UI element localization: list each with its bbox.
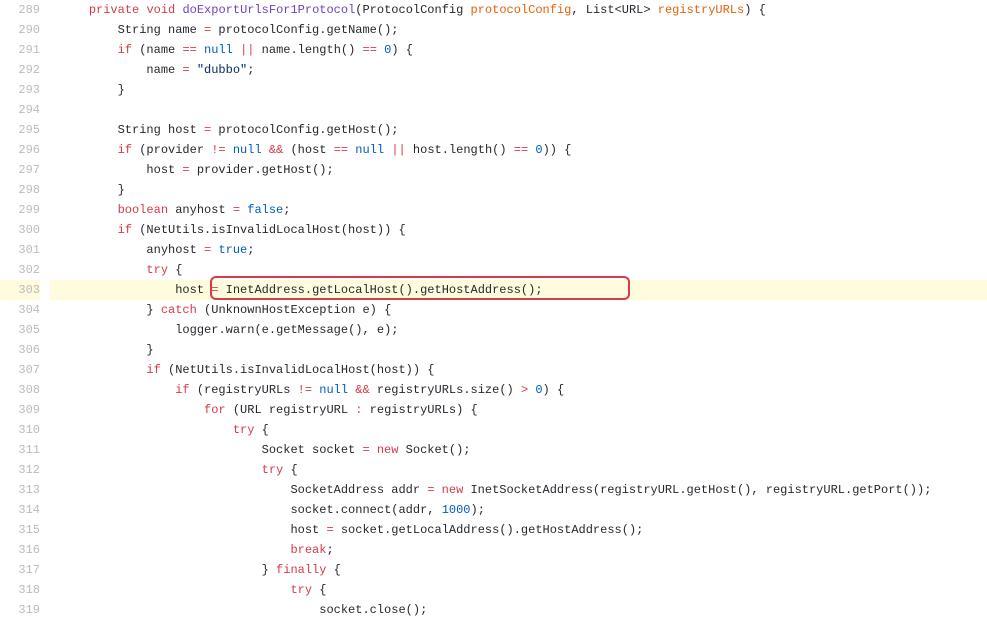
code-text: private void doExportUrlsFor1Protocol(Pr… [50, 3, 766, 17]
line-number[interactable]: 309 [0, 400, 40, 420]
code-text: if (NetUtils.isInvalidLocalHost(host)) { [50, 223, 406, 237]
line-number[interactable]: 297 [0, 160, 40, 180]
code-line[interactable]: anyhost = true; [50, 240, 987, 260]
code-line[interactable]: private void doExportUrlsFor1Protocol(Pr… [50, 0, 987, 20]
code-text: host = InetAddress.getLocalHost().getHos… [50, 283, 543, 297]
line-number[interactable]: 299 [0, 200, 40, 220]
line-number[interactable]: 319 [0, 600, 40, 620]
code-line[interactable]: host = provider.getHost(); [50, 160, 987, 180]
line-number[interactable]: 315 [0, 520, 40, 540]
code-line[interactable]: try { [50, 260, 987, 280]
line-number[interactable]: 295 [0, 120, 40, 140]
line-number[interactable]: 313 [0, 480, 40, 500]
line-number[interactable]: 293 [0, 80, 40, 100]
line-number[interactable]: 298 [0, 180, 40, 200]
code-text: if (NetUtils.isInvalidLocalHost(host)) { [50, 363, 434, 377]
code-text: SocketAddress addr = new InetSocketAddre… [50, 483, 931, 497]
code-text: try { [50, 423, 269, 437]
code-text: host = provider.getHost(); [50, 163, 334, 177]
code-text: String host = protocolConfig.getHost(); [50, 123, 399, 137]
code-text: } [50, 343, 154, 357]
code-text: if (provider != null && (host == null ||… [50, 143, 571, 157]
code-text: } catch (UnknownHostException e) { [50, 303, 391, 317]
code-text: if (registryURLs != null && registryURLs… [50, 383, 564, 397]
code-line[interactable]: name = "dubbo"; [50, 60, 987, 80]
line-number[interactable]: 316 [0, 540, 40, 560]
line-number[interactable]: 304 [0, 300, 40, 320]
code-viewer: 2892902912922932942952962972982993003013… [0, 0, 987, 620]
code-line[interactable]: } [50, 180, 987, 200]
code-text: if (name == null || name.length() == 0) … [50, 43, 413, 57]
code-text: boolean anyhost = false; [50, 203, 290, 217]
code-line[interactable]: try { [50, 420, 987, 440]
line-number[interactable]: 310 [0, 420, 40, 440]
code-text: } [50, 83, 125, 97]
line-number[interactable]: 301 [0, 240, 40, 260]
code-line[interactable]: } [50, 80, 987, 100]
line-number[interactable]: 308 [0, 380, 40, 400]
line-number[interactable]: 305 [0, 320, 40, 340]
line-number[interactable]: 300 [0, 220, 40, 240]
code-line[interactable]: SocketAddress addr = new InetSocketAddre… [50, 480, 987, 500]
code-line[interactable]: if (NetUtils.isInvalidLocalHost(host)) { [50, 360, 987, 380]
code-text: socket.connect(addr, 1000); [50, 503, 485, 517]
code-line[interactable] [50, 100, 987, 120]
code-line[interactable]: if (registryURLs != null && registryURLs… [50, 380, 987, 400]
line-number[interactable]: 290 [0, 20, 40, 40]
line-number[interactable]: 312 [0, 460, 40, 480]
code-text: String name = protocolConfig.getName(); [50, 23, 399, 37]
code-text: socket.close(); [50, 603, 427, 617]
code-text: name = "dubbo"; [50, 63, 254, 77]
code-line[interactable]: } [50, 340, 987, 360]
code-line[interactable]: socket.close(); [50, 600, 987, 620]
code-line[interactable]: } catch (UnknownHostException e) { [50, 300, 987, 320]
code-line[interactable]: host = socket.getLocalAddress().getHostA… [50, 520, 987, 540]
line-number[interactable]: 311 [0, 440, 40, 460]
line-numbers-gutter: 2892902912922932942952962972982993003013… [0, 0, 50, 620]
line-number[interactable]: 302 [0, 260, 40, 280]
code-line[interactable]: try { [50, 580, 987, 600]
code-line[interactable]: if (provider != null && (host == null ||… [50, 140, 987, 160]
code-line[interactable]: Socket socket = new Socket(); [50, 440, 987, 460]
code-line[interactable]: if (NetUtils.isInvalidLocalHost(host)) { [50, 220, 987, 240]
code-text: try { [50, 583, 326, 597]
code-line[interactable]: boolean anyhost = false; [50, 200, 987, 220]
line-number[interactable]: 292 [0, 60, 40, 80]
line-number[interactable]: 291 [0, 40, 40, 60]
code-text: logger.warn(e.getMessage(), e); [50, 323, 399, 337]
code-text: } [50, 183, 125, 197]
code-line[interactable]: } finally { [50, 560, 987, 580]
code-line[interactable]: break; [50, 540, 987, 560]
code-line[interactable]: String host = protocolConfig.getHost(); [50, 120, 987, 140]
code-text: try { [50, 263, 182, 277]
code-text: anyhost = true; [50, 243, 254, 257]
line-number[interactable]: 314 [0, 500, 40, 520]
code-body[interactable]: private void doExportUrlsFor1Protocol(Pr… [50, 0, 987, 620]
line-number[interactable]: 307 [0, 360, 40, 380]
code-text: try { [50, 463, 298, 477]
line-number[interactable]: 289 [0, 0, 40, 20]
line-number[interactable]: 317 [0, 560, 40, 580]
line-number[interactable]: 306 [0, 340, 40, 360]
line-number[interactable]: 303••• [0, 280, 40, 300]
code-text: Socket socket = new Socket(); [50, 443, 471, 457]
code-text: break; [50, 543, 334, 557]
line-number[interactable]: 296 [0, 140, 40, 160]
code-text: for (URL registryURL : registryURLs) { [50, 403, 478, 417]
code-line[interactable]: String name = protocolConfig.getName(); [50, 20, 987, 40]
code-text [50, 103, 60, 117]
code-line[interactable]: logger.warn(e.getMessage(), e); [50, 320, 987, 340]
code-line[interactable]: try { [50, 460, 987, 480]
code-line[interactable]: if (name == null || name.length() == 0) … [50, 40, 987, 60]
code-line[interactable]: socket.connect(addr, 1000); [50, 500, 987, 520]
line-number[interactable]: 294 [0, 100, 40, 120]
line-number[interactable]: 318 [0, 580, 40, 600]
code-text: host = socket.getLocalAddress().getHostA… [50, 523, 643, 537]
code-line[interactable]: host = InetAddress.getLocalHost().getHos… [50, 280, 987, 300]
code-line[interactable]: for (URL registryURL : registryURLs) { [50, 400, 987, 420]
code-text: } finally { [50, 563, 341, 577]
